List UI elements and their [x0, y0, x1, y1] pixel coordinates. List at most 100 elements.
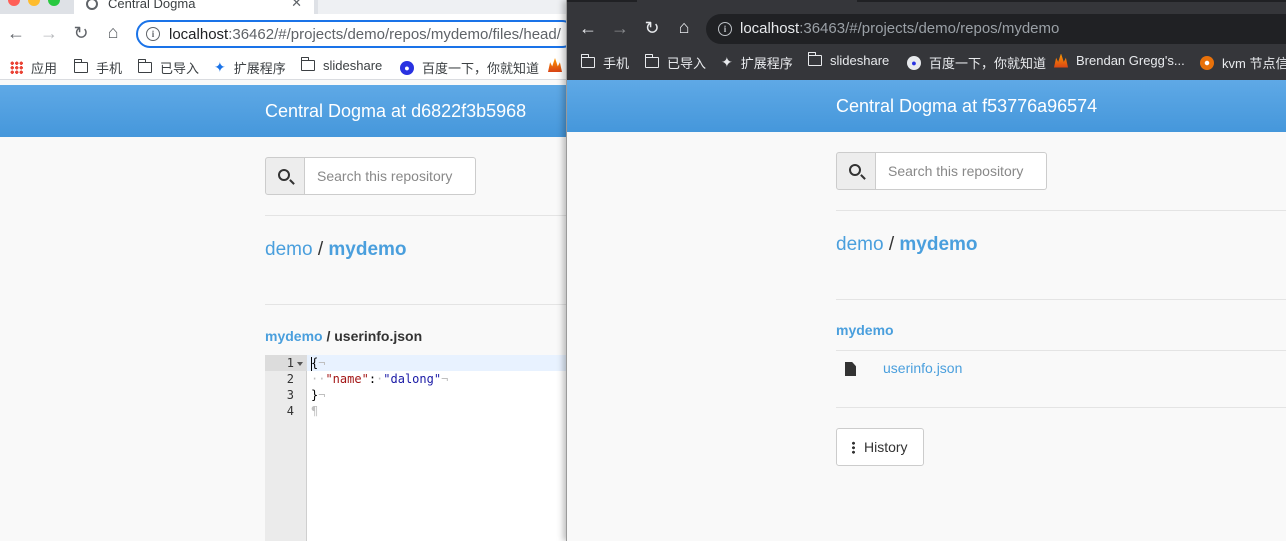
folder-icon — [300, 57, 315, 71]
line-number: 4 — [286, 404, 294, 418]
address-bar[interactable]: i localhost:36462/#/projects/demo/repos/… — [136, 20, 566, 48]
flame-icon — [1054, 53, 1068, 68]
bookmark-baidu[interactable]: ● 百度一下，你就知道 — [907, 53, 1046, 72]
forward-arrow-icon[interactable]: → — [38, 24, 60, 42]
code-line[interactable]: ¶ — [311, 403, 566, 419]
bookmark-baidu[interactable]: ● 百度一下，你就知道 — [400, 58, 539, 77]
editor-gutter: 1 2 3 4 — [265, 355, 307, 541]
close-icon[interactable]: ✕ — [291, 0, 302, 11]
app-header: Central Dogma at d6822f3b5968 — [0, 85, 566, 137]
browser-window-right: ← → ↻ ⌂ i localhost:36463/#/projects/dem… — [566, 0, 1286, 541]
folder-icon — [807, 52, 822, 66]
divider — [265, 304, 566, 305]
bookmark-label: 已导入 — [160, 61, 200, 76]
apps-icon — [10, 61, 23, 74]
tab-active[interactable] — [637, 0, 857, 2]
reload-icon[interactable]: ↻ — [70, 24, 92, 42]
forward-arrow-icon[interactable]: → — [609, 19, 631, 37]
breadcrumb-repo-link[interactable]: mydemo — [899, 234, 977, 255]
bookmark-slideshare[interactable]: slideshare — [300, 57, 383, 73]
fold-arrow-icon[interactable] — [297, 362, 303, 366]
bookmark-imported[interactable]: 已导入 — [644, 53, 707, 72]
home-icon[interactable]: ⌂ — [673, 18, 695, 36]
tab-strip — [567, 0, 1286, 2]
main-content: demo / mydemo mydemo / userinfo.json 1 2… — [0, 137, 566, 541]
line-number: 1 — [265, 355, 307, 371]
bookmark-extensions[interactable]: ✦ 扩展程序 — [214, 58, 286, 77]
breadcrumb-repo-link[interactable]: mydemo — [328, 239, 406, 260]
close-window-button[interactable] — [8, 0, 20, 6]
code-editor[interactable]: 1 2 3 4 {¬ ··"name":·"dalong"¬ }¬ ¶ — [265, 355, 566, 541]
breadcrumb: demo / mydemo — [836, 234, 978, 256]
file-link[interactable]: userinfo.json — [883, 360, 962, 376]
tab-central-dogma[interactable]: Central Dogma ✕ — [74, 0, 314, 14]
bookmark-phone[interactable]: 手机 — [73, 58, 122, 77]
minimize-window-button[interactable] — [28, 0, 40, 6]
gear-icon — [1200, 55, 1214, 70]
bookmark-slideshare[interactable]: slideshare — [807, 52, 890, 68]
url-text: localhost:36462/#/projects/demo/repos/my… — [169, 26, 561, 43]
back-arrow-icon[interactable]: ← — [577, 19, 599, 37]
info-icon[interactable]: i — [718, 22, 732, 36]
maximize-window-button[interactable] — [48, 0, 60, 6]
url-path: :36462/#/projects/demo/repos/mydemo/file… — [228, 26, 561, 43]
tab-other[interactable] — [318, 0, 566, 14]
breadcrumb-project-link[interactable]: demo — [836, 234, 884, 255]
puzzle-icon: ✦ — [214, 59, 226, 75]
bookmark-kvm[interactable]: kvm 节点信 — [1200, 53, 1286, 72]
bookmark-imported[interactable]: 已导入 — [137, 58, 200, 77]
breadcrumb: demo / mydemo — [265, 239, 407, 261]
divider — [836, 350, 1286, 351]
file-breadcrumb-repo-link[interactable]: mydemo — [265, 328, 323, 344]
bookmark-phone[interactable]: 手机 — [580, 53, 630, 72]
bookmark-label: 百度一下，你就知道 — [422, 61, 540, 76]
bookmark-label: 应用 — [31, 61, 58, 76]
back-arrow-icon[interactable]: ← — [5, 24, 27, 42]
bookmark-extensions[interactable]: ✦ 扩展程序 — [721, 53, 793, 72]
file-list-item[interactable]: userinfo.json — [845, 360, 962, 376]
address-bar[interactable]: i localhost:36463/#/projects/demo/repos/… — [706, 14, 1286, 44]
paw-icon: ● — [400, 60, 414, 75]
bookmark-label: 已导入 — [667, 56, 707, 71]
app-header: Central Dogma at f53776a96574 — [567, 80, 1286, 132]
globe-icon — [86, 0, 98, 10]
bookmark-brendan-gregg[interactable]: Brendan Gregg's... — [1054, 53, 1185, 68]
search-input[interactable] — [305, 157, 476, 195]
tab-strip: Central Dogma ✕ — [0, 0, 566, 14]
reload-icon[interactable]: ↻ — [641, 19, 663, 37]
code-line[interactable]: {¬ — [307, 355, 566, 371]
repo-heading[interactable]: mydemo — [836, 322, 894, 338]
folder-icon — [73, 59, 88, 73]
history-button[interactable]: History — [836, 428, 924, 466]
bookmark-apps[interactable]: 应用 — [10, 58, 57, 77]
search-input[interactable] — [876, 152, 1047, 190]
bookmark-label: slideshare — [323, 58, 383, 73]
file-breadcrumb: mydemo / userinfo.json — [265, 328, 422, 344]
page-title: Central Dogma at f53776a96574 — [836, 96, 1098, 116]
home-icon[interactable]: ⌂ — [102, 23, 124, 41]
breadcrumb-separator: / — [317, 239, 324, 260]
code-line[interactable]: }¬ — [311, 387, 566, 403]
bookmark-label: Brendan Gregg's... — [1076, 53, 1185, 68]
search-button[interactable] — [836, 152, 876, 190]
code-line[interactable]: ··"name":·"dalong"¬ — [311, 371, 566, 387]
divider — [836, 407, 1286, 408]
bookmark-label: slideshare — [830, 53, 890, 68]
breadcrumb-project-link[interactable]: demo — [265, 239, 313, 260]
flame-icon — [548, 58, 562, 72]
folder-icon — [137, 59, 152, 73]
tab-title: Central Dogma — [108, 0, 196, 11]
search-button[interactable] — [265, 157, 305, 195]
puzzle-icon: ✦ — [721, 54, 733, 70]
page-title: Central Dogma at d6822f3b5968 — [265, 101, 527, 121]
divider — [836, 210, 1286, 211]
search-icon — [849, 164, 861, 176]
search-icon — [278, 169, 290, 181]
browser-toolbar: ← → ↻ ⌂ i localhost:36462/#/projects/dem… — [0, 14, 566, 54]
line-number: 2 — [286, 372, 294, 386]
bookmark-label: 手机 — [603, 56, 630, 71]
bookmark-flame[interactable] — [548, 58, 566, 72]
info-icon[interactable]: i — [146, 27, 160, 41]
bookmarks-bar: 手机 已导入 ✦ 扩展程序 slideshare ● 百度一下，你就知道 Brend… — [567, 50, 1286, 74]
line-number: 3 — [286, 388, 294, 402]
